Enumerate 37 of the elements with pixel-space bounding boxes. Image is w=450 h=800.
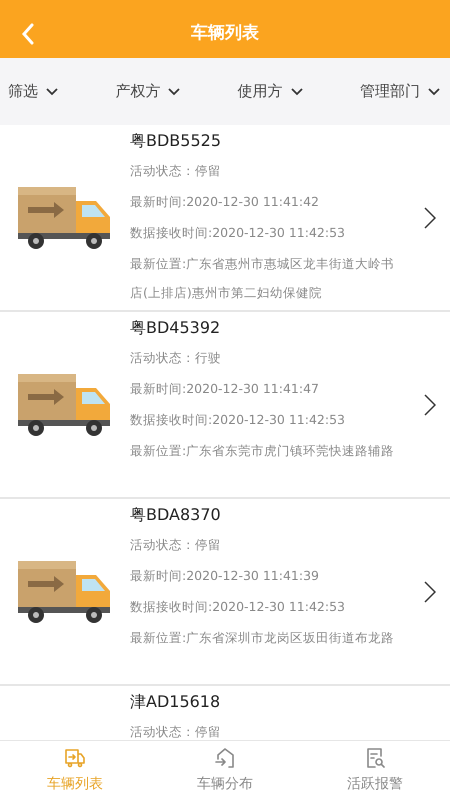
- vehicle-info-line: 数据接收时间:2020-12-30 11:42:53: [130, 411, 346, 429]
- plate-number: 粤BD45392: [130, 317, 222, 339]
- plate-number: 粤BDA8370: [130, 504, 222, 526]
- vehicle-info-line: 活动状态：行驶: [130, 349, 222, 367]
- vehicle-info-line: 数据接收时间:2020-12-30 11:42:53: [130, 598, 346, 616]
- vehicle-info-line: 最新位置:广东省东莞市虎门镇环莞快速路辅路: [130, 442, 396, 460]
- tab-item[interactable]: 活跃报警: [300, 741, 450, 800]
- page-title: 车辆列表: [191, 22, 259, 46]
- chevron-down-icon: [290, 88, 303, 96]
- vehicle-info-line: 活动状态：停留: [130, 723, 222, 740]
- chevron-down-icon: [46, 88, 58, 96]
- chevron-right-icon: [424, 206, 436, 228]
- plate-number: 粤BDB5525: [130, 130, 222, 152]
- filter-dropdown[interactable]: 产权方: [115, 80, 180, 103]
- tab-item[interactable]: 车辆分布: [150, 741, 300, 800]
- chevron-right-icon: [424, 580, 436, 602]
- filter-dropdown[interactable]: 管理部门: [360, 80, 440, 103]
- vehicle-info-line: 数据接收时间:2020-12-30 11:42:53: [130, 224, 346, 242]
- plate-number: 津AD15618: [130, 691, 222, 713]
- vehicle-info-line: 最新时间:2020-12-30 11:41:42: [130, 193, 320, 211]
- vehicle-info-line: 活动状态：停留: [130, 162, 222, 180]
- chevron-down-icon: [428, 88, 440, 96]
- vehicle-card[interactable]: 粤BDB5525 活动状态：停留 最新时间:2020-12-30 11:41:42 数据接收时间:2020-12-30 11:42:53 最新位置:广东省惠州市惠城区龙丰街道大岭书店(上排店)惠州市第二妇幼保健院: [0, 125, 450, 312]
- vehicle-info-line: 最新时间:2020-12-30 11:41:39: [130, 567, 320, 585]
- chevron-right-icon: [424, 394, 436, 416]
- vehicle-card[interactable]: 粤BDA8370 活动状态：停留 最新时间:2020-12-30 11:41:39 数据接收时间:2020-12-30 11:42:53 最新位置:广东省深圳市龙岗区坂田街道布龙路: [0, 499, 450, 686]
- filter-dropdown[interactable]: 使用方: [238, 80, 303, 103]
- vehicle-card[interactable]: 粤BD45392 活动状态：行驶 最新时间:2020-12-30 11:41:47 数据接收时间:2020-12-30 11:42:53 最新位置:广东省东莞市虎门镇环莞快速路辅路: [0, 312, 450, 499]
- truck-arrow-icon: [63, 746, 87, 770]
- vehicle-info-line: 活动状态：停留: [130, 536, 222, 554]
- vehicle-info-line: 最新位置:广东省惠州市惠城区龙丰街道大岭书店(上排店)惠州市第二妇幼保健院: [130, 255, 396, 302]
- vehicle-info-line: 最新位置:广东省深圳市龙岗区坂田街道布龙路: [130, 629, 396, 647]
- filter-dropdown[interactable]: 筛选: [8, 80, 58, 103]
- chevron-down-icon: [168, 88, 180, 96]
- vehicle-info-line: 最新时间:2020-12-30 11:41:47: [130, 380, 320, 398]
- back-icon: [21, 23, 35, 45]
- house-arrow-icon: [213, 746, 237, 770]
